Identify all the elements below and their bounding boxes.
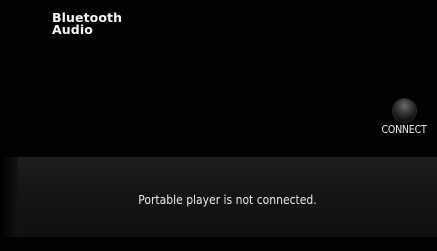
page-title-line2: Audio: [52, 22, 93, 37]
connect-label: CONNECT: [381, 124, 427, 136]
connect-button[interactable]: CONNECT: [372, 96, 436, 142]
knob-button-icon: [393, 99, 416, 122]
page-title: Bluetooth Audio: [52, 11, 172, 37]
status-panel: Portable player is not connected.: [0, 157, 437, 237]
status-message: Portable player is not connected.: [138, 193, 317, 207]
bluetooth-audio-screen: Bluetooth Audio CONNECT Portable player …: [0, 0, 437, 251]
